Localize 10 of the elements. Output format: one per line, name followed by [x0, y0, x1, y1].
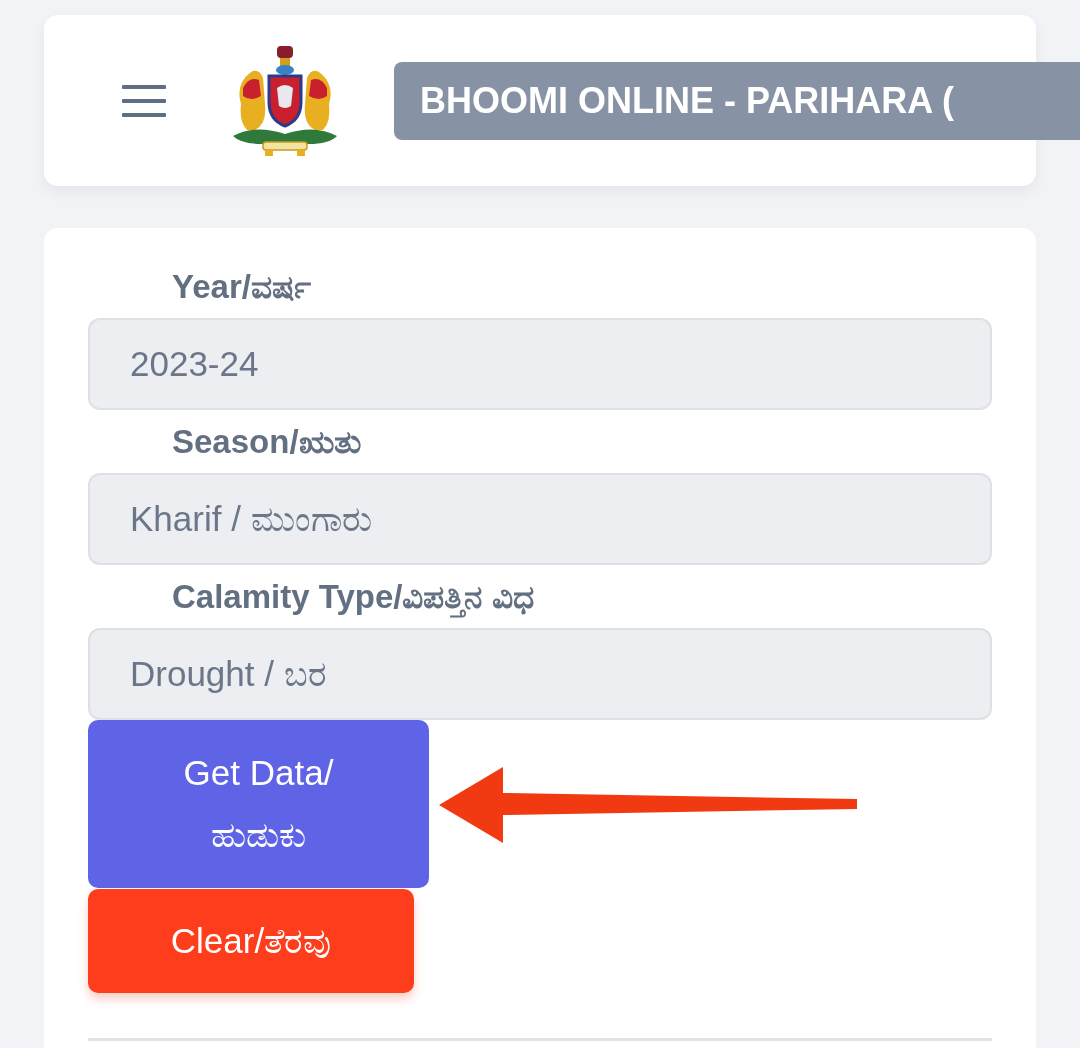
- get-data-button[interactable]: Get Data/ ಹುಡುಕು: [88, 720, 429, 888]
- clear-button[interactable]: Clear/ತೆರವು: [88, 889, 414, 993]
- field-label: Season/ಋತು: [172, 422, 363, 462]
- select-field[interactable]: Drought / ಬರ: [88, 628, 992, 720]
- select-field[interactable]: Kharif / ಮುಂಗಾರು: [88, 473, 992, 565]
- menu-icon[interactable]: [122, 84, 166, 117]
- page-title: BHOOMI ONLINE - PARIHARA (: [394, 61, 1080, 140]
- field-label: Year/ವರ್ಷ: [172, 267, 312, 307]
- field-label: Calamity Type/ವಿಪತ್ತಿನ ವಿಧ: [172, 565, 992, 628]
- select-field[interactable]: 2023-24: [88, 318, 992, 410]
